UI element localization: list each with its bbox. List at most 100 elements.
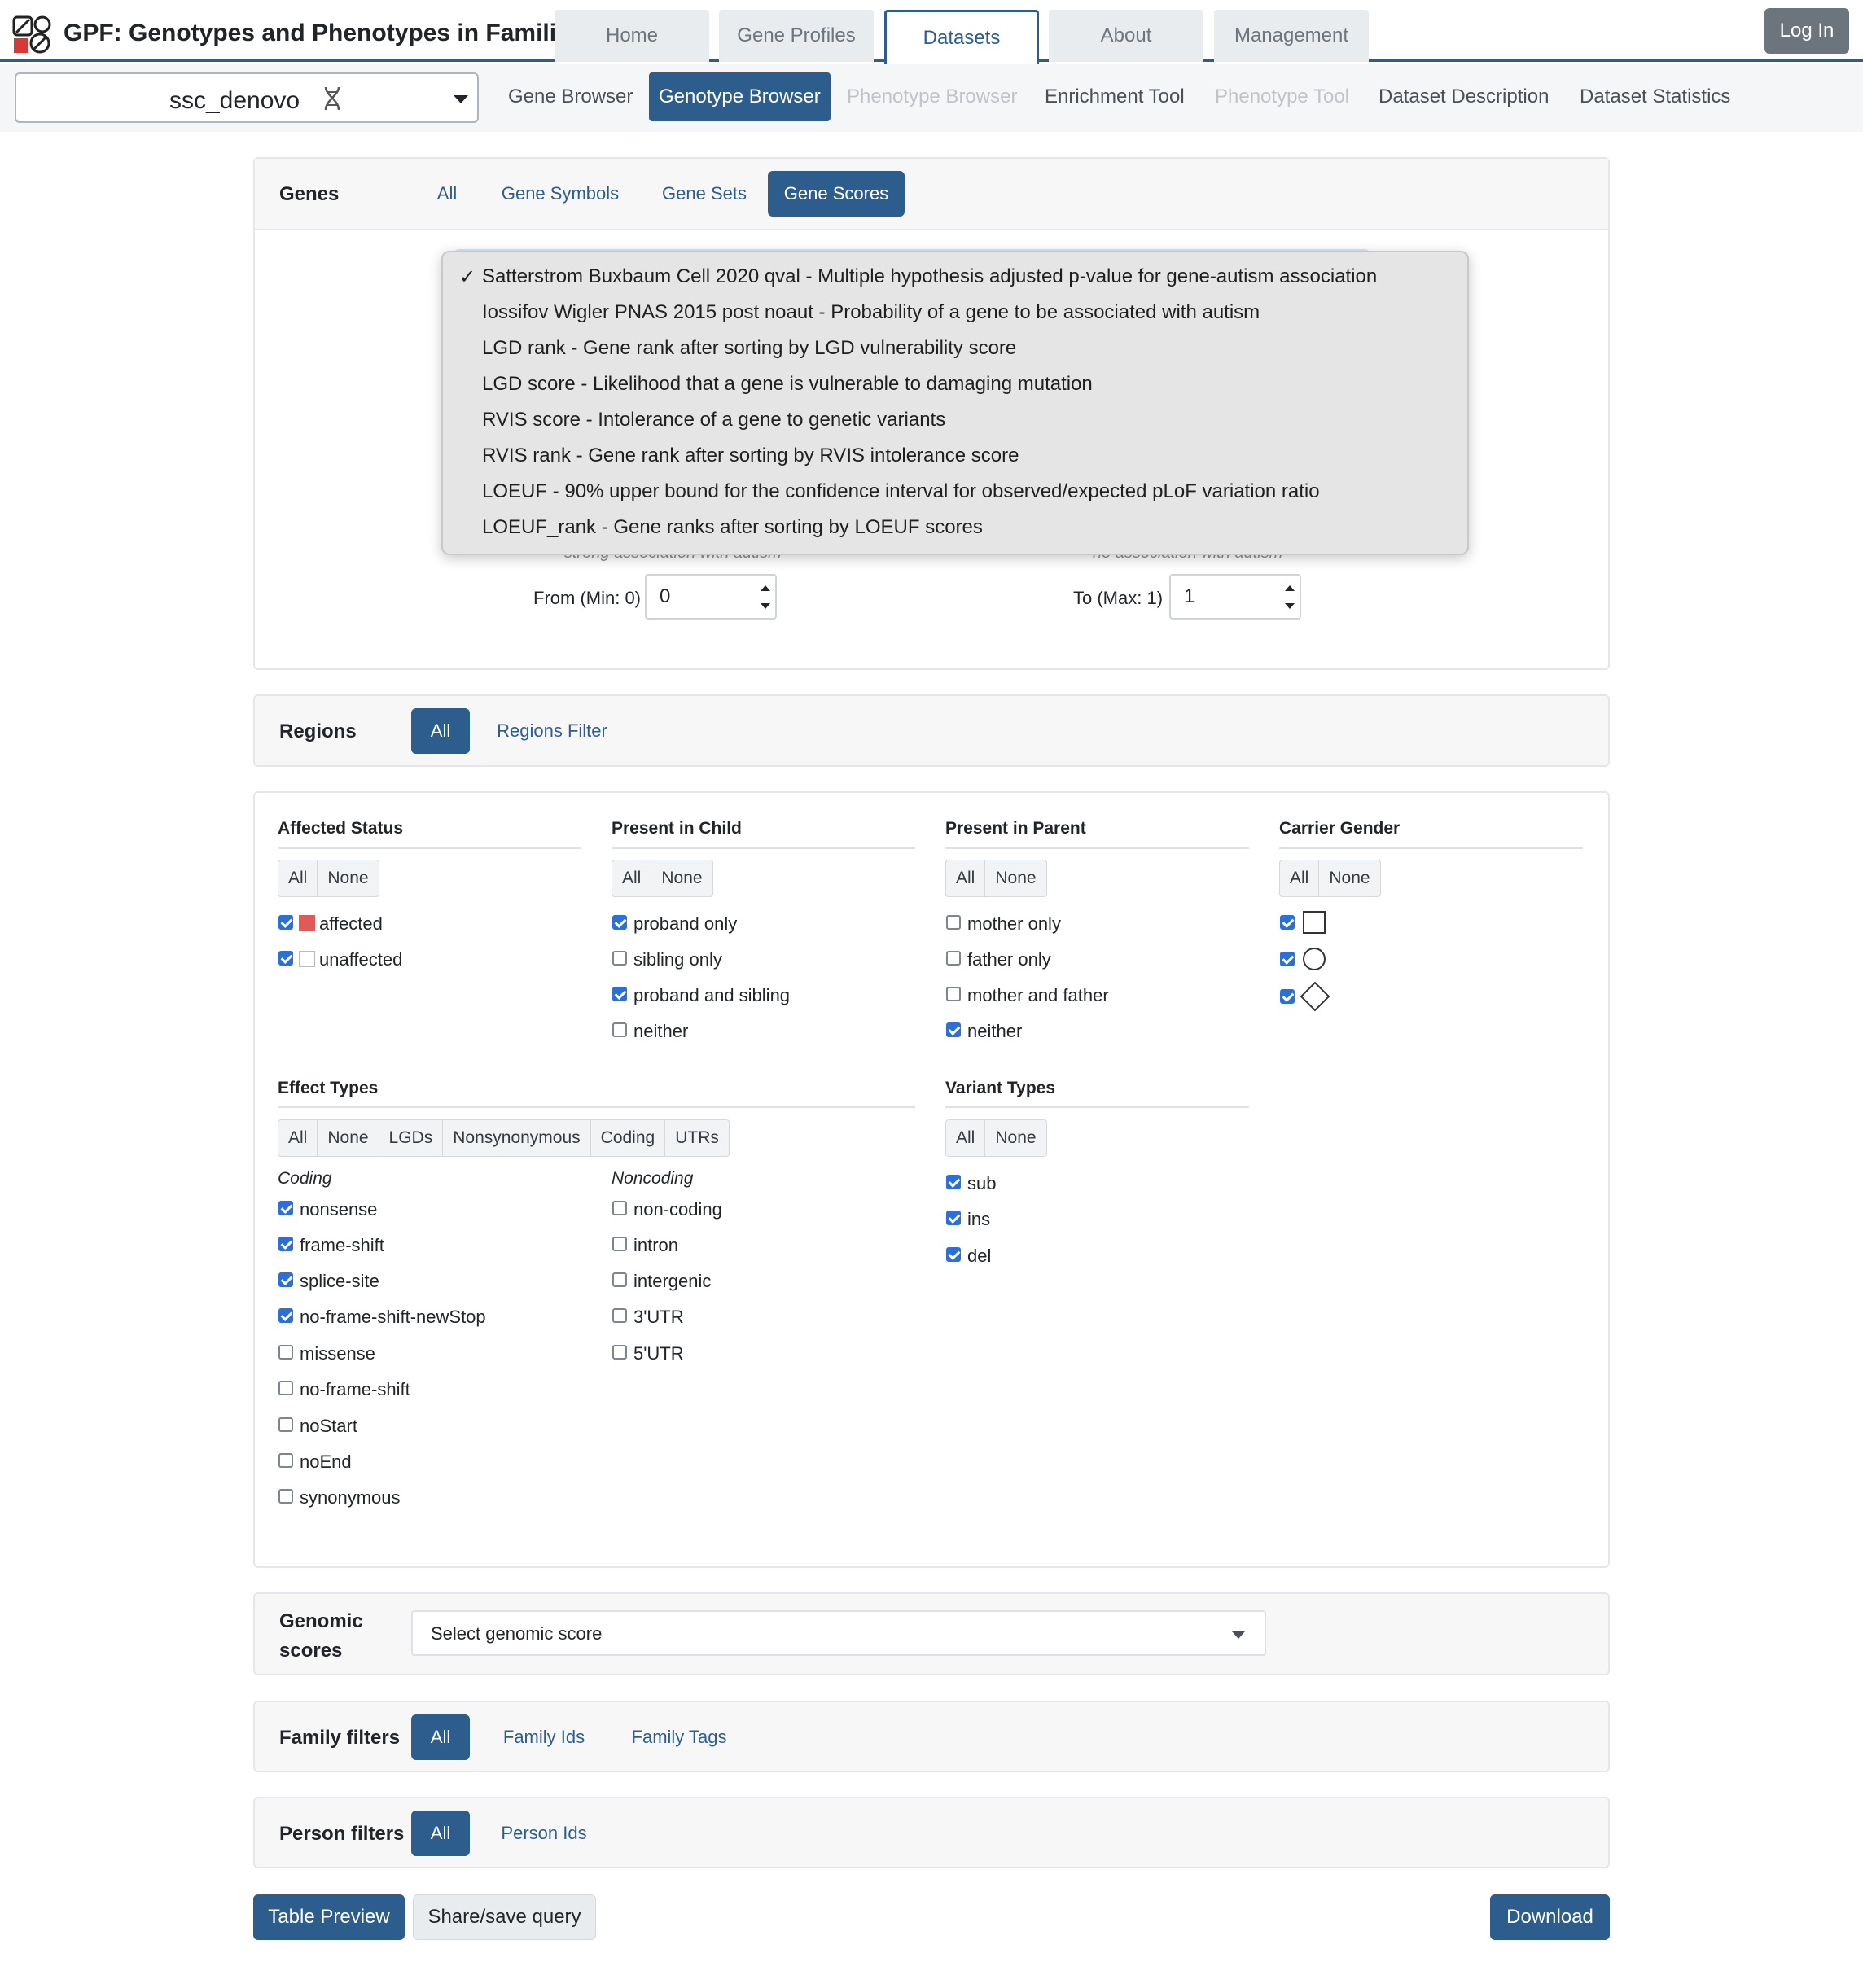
tab-gene-profiles[interactable]: Gene Profiles (719, 10, 874, 62)
gender-unspecified-checkbox[interactable] (1280, 989, 1295, 1004)
effect-nonsynonymous-button[interactable]: Nonsynonymous (443, 1120, 591, 1156)
family-tab-tags[interactable]: Family Tags (618, 1714, 740, 1760)
genes-tab-all[interactable]: All (421, 171, 473, 217)
range-to-input[interactable]: 1 (1169, 574, 1301, 620)
intron-checkbox[interactable] (612, 1237, 627, 1251)
effect-all-button[interactable]: All (278, 1120, 318, 1156)
person-filters-title: Person filters (279, 1823, 405, 1845)
3utr-checkbox[interactable] (612, 1308, 627, 1323)
score-option[interactable]: RVIS rank - Gene rank after sorting by R… (482, 444, 1019, 467)
proband-and-sibling-checkbox[interactable] (612, 987, 627, 1001)
genomic-score-select[interactable]: Select genomic score (411, 1610, 1266, 1656)
effect-utrs-button[interactable]: UTRs (665, 1120, 729, 1156)
nonsense-checkbox[interactable] (278, 1201, 293, 1215)
score-option[interactable]: Satterstrom Buxbaum Cell 2020 qval - Mul… (482, 265, 1377, 288)
intron-label: intron (633, 1235, 679, 1255)
gender-male-checkbox[interactable] (1280, 915, 1295, 930)
variant-none-button[interactable]: None (985, 1120, 1045, 1156)
unaffected-checkbox[interactable] (278, 951, 293, 966)
effect-none-button[interactable]: None (318, 1120, 379, 1156)
parent-all-button[interactable]: All (946, 860, 986, 896)
score-option[interactable]: RVIS score - Intolerance of a gene to ge… (482, 409, 945, 431)
mother-only-checkbox[interactable] (946, 915, 961, 930)
effect-coding-button[interactable]: Coding (591, 1120, 666, 1156)
father-only-checkbox[interactable] (946, 951, 961, 966)
table-preview-button[interactable]: Table Preview (253, 1894, 405, 1940)
sibling-only-checkbox[interactable] (612, 951, 627, 966)
intergenic-checkbox[interactable] (612, 1272, 627, 1287)
father-only-label: father only (967, 949, 1051, 970)
frame-shift-checkbox[interactable] (278, 1237, 293, 1251)
person-tab-all[interactable]: All (411, 1811, 470, 1856)
5utr-checkbox[interactable] (612, 1345, 627, 1360)
share-save-query-button[interactable]: Share/save query (413, 1894, 596, 1940)
tab-datasets[interactable]: Datasets (884, 10, 1039, 64)
no-frame-shift-newstop-checkbox[interactable] (278, 1308, 293, 1323)
range-from-input[interactable]: 0 (645, 574, 777, 620)
login-button[interactable]: Log In (1764, 8, 1849, 54)
nav-enrichment-tool[interactable]: Enrichment Tool (1045, 85, 1185, 108)
tab-management[interactable]: Management (1214, 10, 1369, 62)
gender-female-checkbox[interactable] (1280, 952, 1295, 966)
child-neither-checkbox[interactable] (612, 1022, 627, 1037)
sub-checkbox[interactable] (946, 1175, 961, 1189)
score-option[interactable]: LOEUF - 90% upper bound for the confiden… (482, 480, 1320, 503)
affected-all-button[interactable]: All (278, 860, 318, 896)
divider (945, 847, 1249, 849)
del-checkbox[interactable] (946, 1247, 961, 1262)
effect-lgds-button[interactable]: LGDs (379, 1120, 444, 1156)
nav-genotype-browser[interactable]: Genotype Browser (649, 72, 831, 121)
proband-only-checkbox[interactable] (612, 915, 627, 930)
score-option[interactable]: LGD rank - Gene rank after sorting by LG… (482, 337, 1016, 360)
score-option[interactable]: LOEUF_rank - Gene ranks after sorting by… (482, 516, 983, 539)
sub-label: sub (967, 1173, 997, 1193)
regions-tab-filter[interactable]: Regions Filter (491, 708, 613, 754)
gender-all-button[interactable]: All (1280, 860, 1320, 896)
genes-tab-gene-symbols[interactable]: Gene Symbols (491, 171, 629, 217)
parent-none-button[interactable]: None (985, 860, 1045, 896)
gender-buttons: All None (1279, 860, 1381, 897)
score-option[interactable]: LGD score - Likelihood that a gene is vu… (482, 373, 1093, 396)
tab-home[interactable]: Home (555, 10, 709, 62)
ins-checkbox[interactable] (946, 1211, 961, 1225)
mother-and-father-label: mother and father (967, 985, 1109, 1005)
missense-label: missense (300, 1343, 375, 1364)
spin-up-icon[interactable] (761, 585, 770, 591)
regions-tab-all[interactable]: All (411, 708, 470, 754)
nav-dataset-description[interactable]: Dataset Description (1379, 85, 1549, 108)
noend-checkbox[interactable] (278, 1453, 293, 1468)
non-coding-checkbox[interactable] (612, 1201, 627, 1215)
divider (278, 1106, 915, 1108)
parent-neither-checkbox[interactable] (946, 1022, 961, 1037)
affected-checkbox[interactable] (278, 915, 293, 930)
family-filters-card: Family filters All Family Ids Family Tag… (253, 1701, 1610, 1772)
nav-gene-browser[interactable]: Gene Browser (508, 85, 633, 108)
spin-down-icon[interactable] (1285, 603, 1295, 609)
mother-and-father-checkbox[interactable] (946, 987, 961, 1001)
download-button[interactable]: Download (1490, 1894, 1610, 1940)
chevron-down-icon (1232, 1631, 1245, 1639)
nav-dataset-statistics[interactable]: Dataset Statistics (1580, 85, 1730, 108)
tab-about[interactable]: About (1049, 10, 1203, 62)
family-tab-ids[interactable]: Family Ids (491, 1714, 597, 1760)
spin-up-icon[interactable] (1285, 585, 1295, 591)
child-all-button[interactable]: All (612, 860, 652, 896)
family-tab-all[interactable]: All (411, 1714, 470, 1760)
score-option[interactable]: Iossifov Wigler PNAS 2015 post noaut - P… (482, 301, 1260, 324)
genes-tab-gene-sets[interactable]: Gene Sets (654, 171, 755, 217)
affected-none-button[interactable]: None (318, 860, 378, 896)
genes-tab-gene-scores[interactable]: Gene Scores (768, 171, 905, 217)
person-tab-ids[interactable]: Person Ids (491, 1811, 597, 1856)
splice-site-checkbox[interactable] (278, 1272, 293, 1287)
genomic-score-placeholder: Select genomic score (431, 1623, 603, 1644)
missense-checkbox[interactable] (278, 1345, 293, 1360)
variant-all-button[interactable]: All (946, 1120, 986, 1156)
synonymous-checkbox[interactable] (278, 1489, 293, 1504)
no-frame-shift-checkbox[interactable] (278, 1381, 293, 1395)
dataset-selector[interactable]: ssc_denovo (15, 72, 479, 123)
dataset-name: ssc_denovo (169, 87, 300, 114)
spin-down-icon[interactable] (761, 603, 770, 609)
nostart-checkbox[interactable] (278, 1417, 293, 1432)
child-none-button[interactable]: None (651, 860, 712, 896)
gender-none-button[interactable]: None (1319, 860, 1379, 896)
